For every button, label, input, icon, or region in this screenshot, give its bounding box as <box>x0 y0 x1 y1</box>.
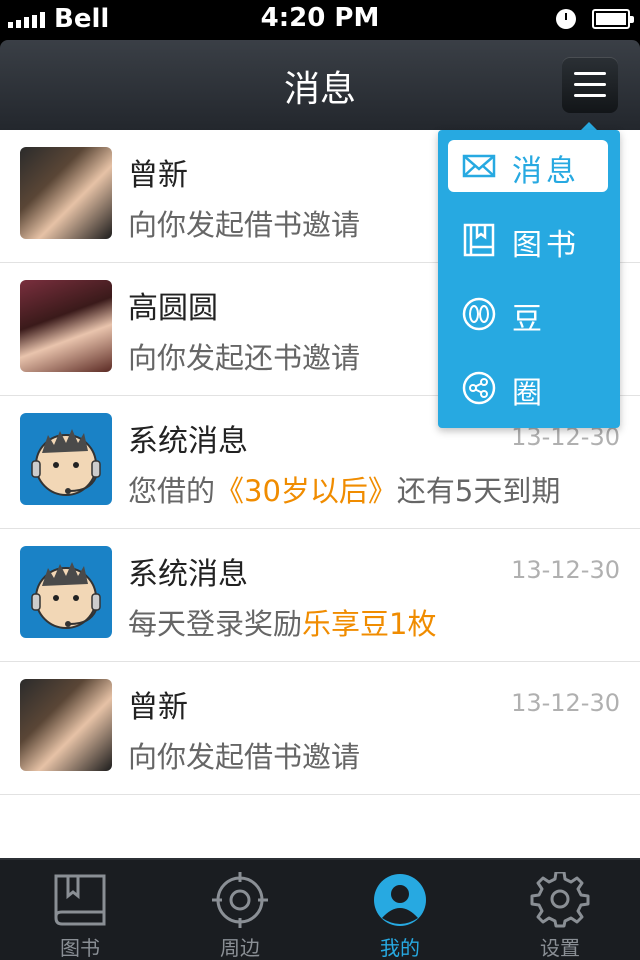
sender-name: 曾新 <box>128 690 188 725</box>
sender-name: 高圆圆 <box>128 291 218 326</box>
status-time: 4:20 PM <box>260 3 380 33</box>
avatar <box>20 546 112 638</box>
dropdown-label: 图书 <box>512 228 580 263</box>
message-text: 每天登录奖励乐享豆1枚 <box>128 601 436 643</box>
share-circle-icon <box>462 371 496 405</box>
alarm-clock-icon <box>556 9 576 29</box>
dropdown-item-circle[interactable]: 圈 <box>448 362 608 414</box>
avatar <box>20 147 112 239</box>
tab-label: 设置 <box>540 936 580 960</box>
dropdown-item-beans[interactable]: 豆 <box>448 288 608 340</box>
avatar <box>20 413 112 505</box>
message-text-prefix: 您借的 <box>128 474 216 508</box>
dropdown-label: 消息 <box>512 154 580 189</box>
nav-bar: 消息 <box>0 40 640 130</box>
sender-name: 曾新 <box>128 158 188 193</box>
message-date: 13-12-30 <box>511 556 620 584</box>
message-text: 向你发起借书邀请 <box>128 740 361 774</box>
page-title: 消息 <box>283 69 356 110</box>
hamburger-icon <box>574 83 606 86</box>
tab-label: 图书 <box>60 936 100 960</box>
dropdown-label: 豆 <box>512 302 546 337</box>
battery-icon <box>592 9 634 29</box>
message-text-suffix: 还有5天到期 <box>396 474 561 508</box>
dropdown-item-books[interactable]: 图书 <box>448 214 608 266</box>
book-title-link[interactable]: 《30岁以后》 <box>215 474 397 508</box>
avatar <box>20 280 112 372</box>
reward-highlight: 乐享豆1枚 <box>302 607 437 641</box>
hamburger-icon <box>574 72 606 75</box>
message-date: 13-12-30 <box>511 689 620 717</box>
system-robot-icon <box>31 429 101 496</box>
message-row[interactable]: 曾新 13-12-30 向你发起借书邀请 <box>0 662 640 795</box>
menu-button[interactable] <box>562 57 618 113</box>
tab-books[interactable]: 图书 <box>0 860 160 960</box>
tab-settings[interactable]: 设置 <box>480 860 640 960</box>
book-icon <box>463 223 495 257</box>
sender-name: 系统消息 <box>128 424 248 459</box>
target-icon <box>212 872 268 928</box>
user-icon <box>374 874 426 926</box>
bookmark-book-icon <box>54 874 106 926</box>
dropdown-menu: 消息 图书 豆 圈 <box>438 130 620 428</box>
dropdown-label: 圈 <box>512 376 546 411</box>
tab-mine[interactable]: 我的 <box>320 860 480 960</box>
message-text-prefix: 每天登录奖励 <box>128 607 303 641</box>
message-row[interactable]: 系统消息 13-12-30 每天登录奖励乐享豆1枚 <box>0 529 640 662</box>
message-text: 您借的《30岁以后》还有5天到期 <box>128 468 560 510</box>
tab-bar: 图书 周边 我的 设置 <box>0 858 640 960</box>
sender-name: 系统消息 <box>128 557 248 592</box>
status-bar: Bell 4:20 PM <box>0 0 640 40</box>
envelope-icon <box>462 154 496 178</box>
message-text: 向你发起还书邀请 <box>128 341 361 375</box>
tab-nearby[interactable]: 周边 <box>160 860 320 960</box>
tab-label: 周边 <box>220 936 260 960</box>
system-robot-icon <box>31 562 101 629</box>
avatar <box>20 679 112 771</box>
message-text: 向你发起借书邀请 <box>128 208 361 242</box>
gear-icon <box>530 872 590 928</box>
hamburger-icon <box>574 94 606 97</box>
tab-label: 我的 <box>380 936 420 960</box>
dropdown-item-messages[interactable]: 消息 <box>448 140 608 192</box>
bean-icon <box>462 297 496 331</box>
